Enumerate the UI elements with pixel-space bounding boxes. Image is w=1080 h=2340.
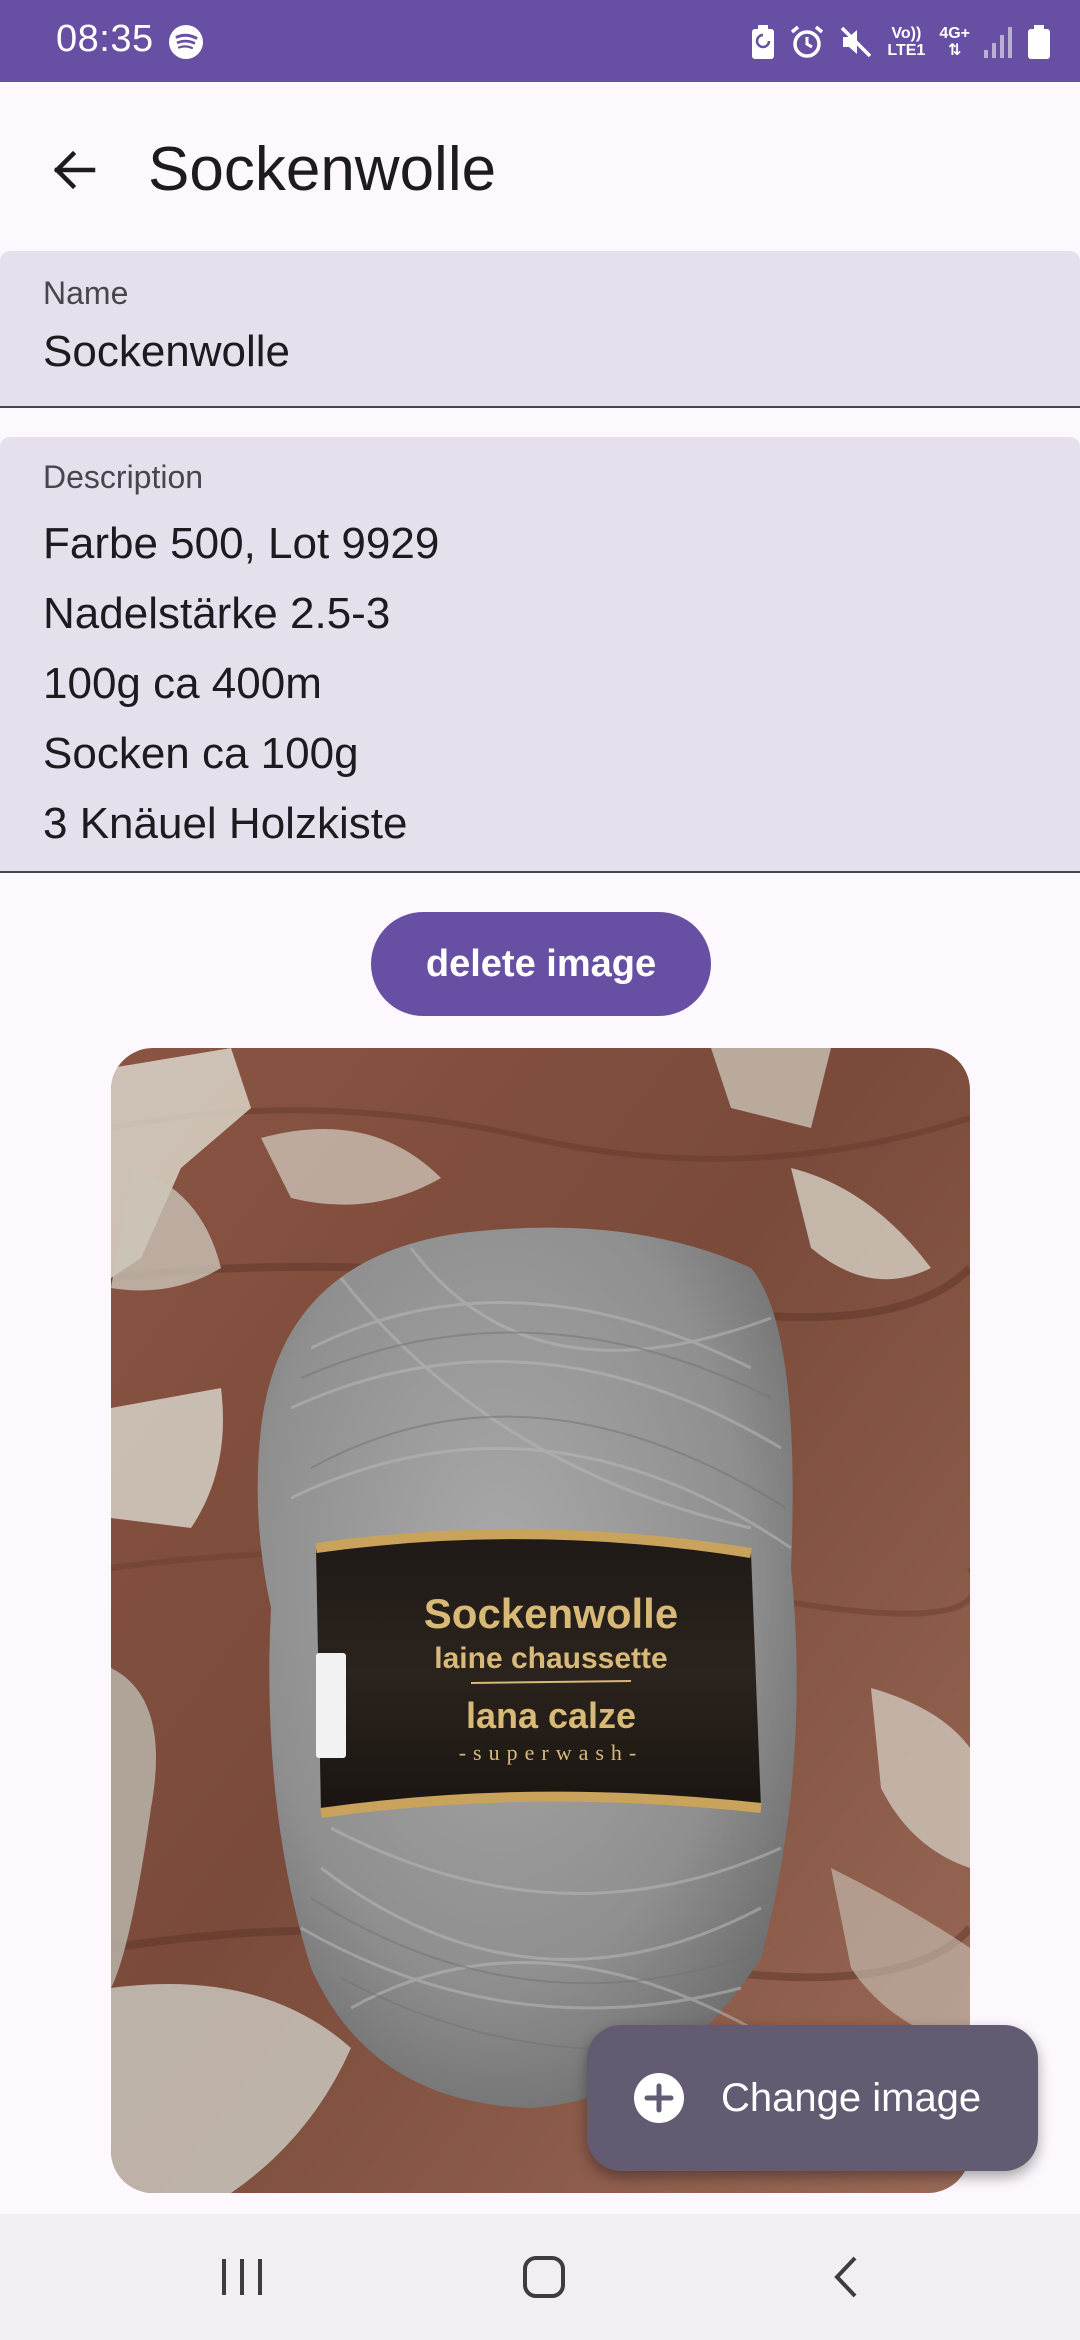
signal-icon	[984, 27, 1012, 58]
top-app-bar: Sockenwolle	[0, 82, 1080, 250]
description-line: 100g ca 400m	[43, 659, 322, 708]
spotify-icon	[169, 25, 203, 59]
name-field[interactable]: Name Sockenwolle	[0, 251, 1080, 408]
description-field-label: Description	[43, 459, 204, 495]
description-field-value[interactable]: Farbe 500, Lot 9929 Nadelstärke 2.5-3 10…	[43, 509, 439, 859]
change-image-label: Change image	[721, 2075, 982, 2120]
name-field-value[interactable]: Sockenwolle	[43, 327, 290, 377]
back-icon	[834, 2256, 857, 2298]
network-line2: LTE1	[887, 42, 926, 59]
yarn-band-line1: Sockenwolle	[424, 1590, 678, 1637]
yarn-band-line2: laine chaussette	[434, 1642, 667, 1675]
home-button[interactable]	[504, 2244, 584, 2310]
network-line1: Vo))	[891, 25, 922, 42]
system-nav-bar	[0, 2214, 1080, 2340]
status-icons: Vo)) LTE1 4G+ ⇅	[751, 20, 1050, 64]
data-arrows-icon: ⇅	[947, 42, 962, 59]
description-line: Farbe 500, Lot 9929	[43, 519, 440, 568]
home-icon	[523, 2256, 565, 2298]
status-bar: 08:35 Vo)) LTE1 4G+ ⇅	[0, 0, 1080, 82]
description-line: Nadelstärke 2.5-3	[43, 589, 391, 638]
add-circle-icon	[634, 2073, 684, 2123]
status-time: 08:35	[56, 18, 154, 60]
battery-saver-icon	[752, 25, 775, 59]
back-button[interactable]	[36, 132, 112, 208]
recents-button[interactable]	[202, 2244, 282, 2310]
yarn-photo-illustration: Sockenwolle laine chaussette lana calze …	[111, 1048, 970, 2193]
yarn-band-line4: -superwash-	[459, 1740, 644, 1765]
network-type-label: 4G+	[939, 25, 970, 42]
name-field-label: Name	[43, 275, 129, 311]
yarn-photo: Sockenwolle laine chaussette lana calze …	[111, 1048, 970, 2193]
alarm-icon	[791, 25, 824, 58]
nav-back-button[interactable]	[806, 2244, 886, 2310]
recents-icon	[222, 2259, 262, 2295]
mute-icon	[841, 26, 872, 58]
description-line: 3 Knäuel Holzkiste	[43, 799, 408, 848]
network-type: 4G+ ⇅	[939, 25, 970, 59]
description-field[interactable]: Description Farbe 500, Lot 9929 Nadelstä…	[0, 437, 1080, 873]
delete-image-button[interactable]: delete image	[371, 912, 711, 1016]
yarn-band-line3: lana calze	[466, 1695, 636, 1736]
battery-icon	[1028, 25, 1050, 59]
page-title: Sockenwolle	[148, 135, 497, 204]
description-line: Socken ca 100g	[43, 729, 359, 778]
arrow-back-icon	[53, 150, 96, 190]
change-image-button[interactable]: Change image	[587, 2025, 1038, 2171]
network-indicator: Vo)) LTE1	[887, 25, 925, 59]
